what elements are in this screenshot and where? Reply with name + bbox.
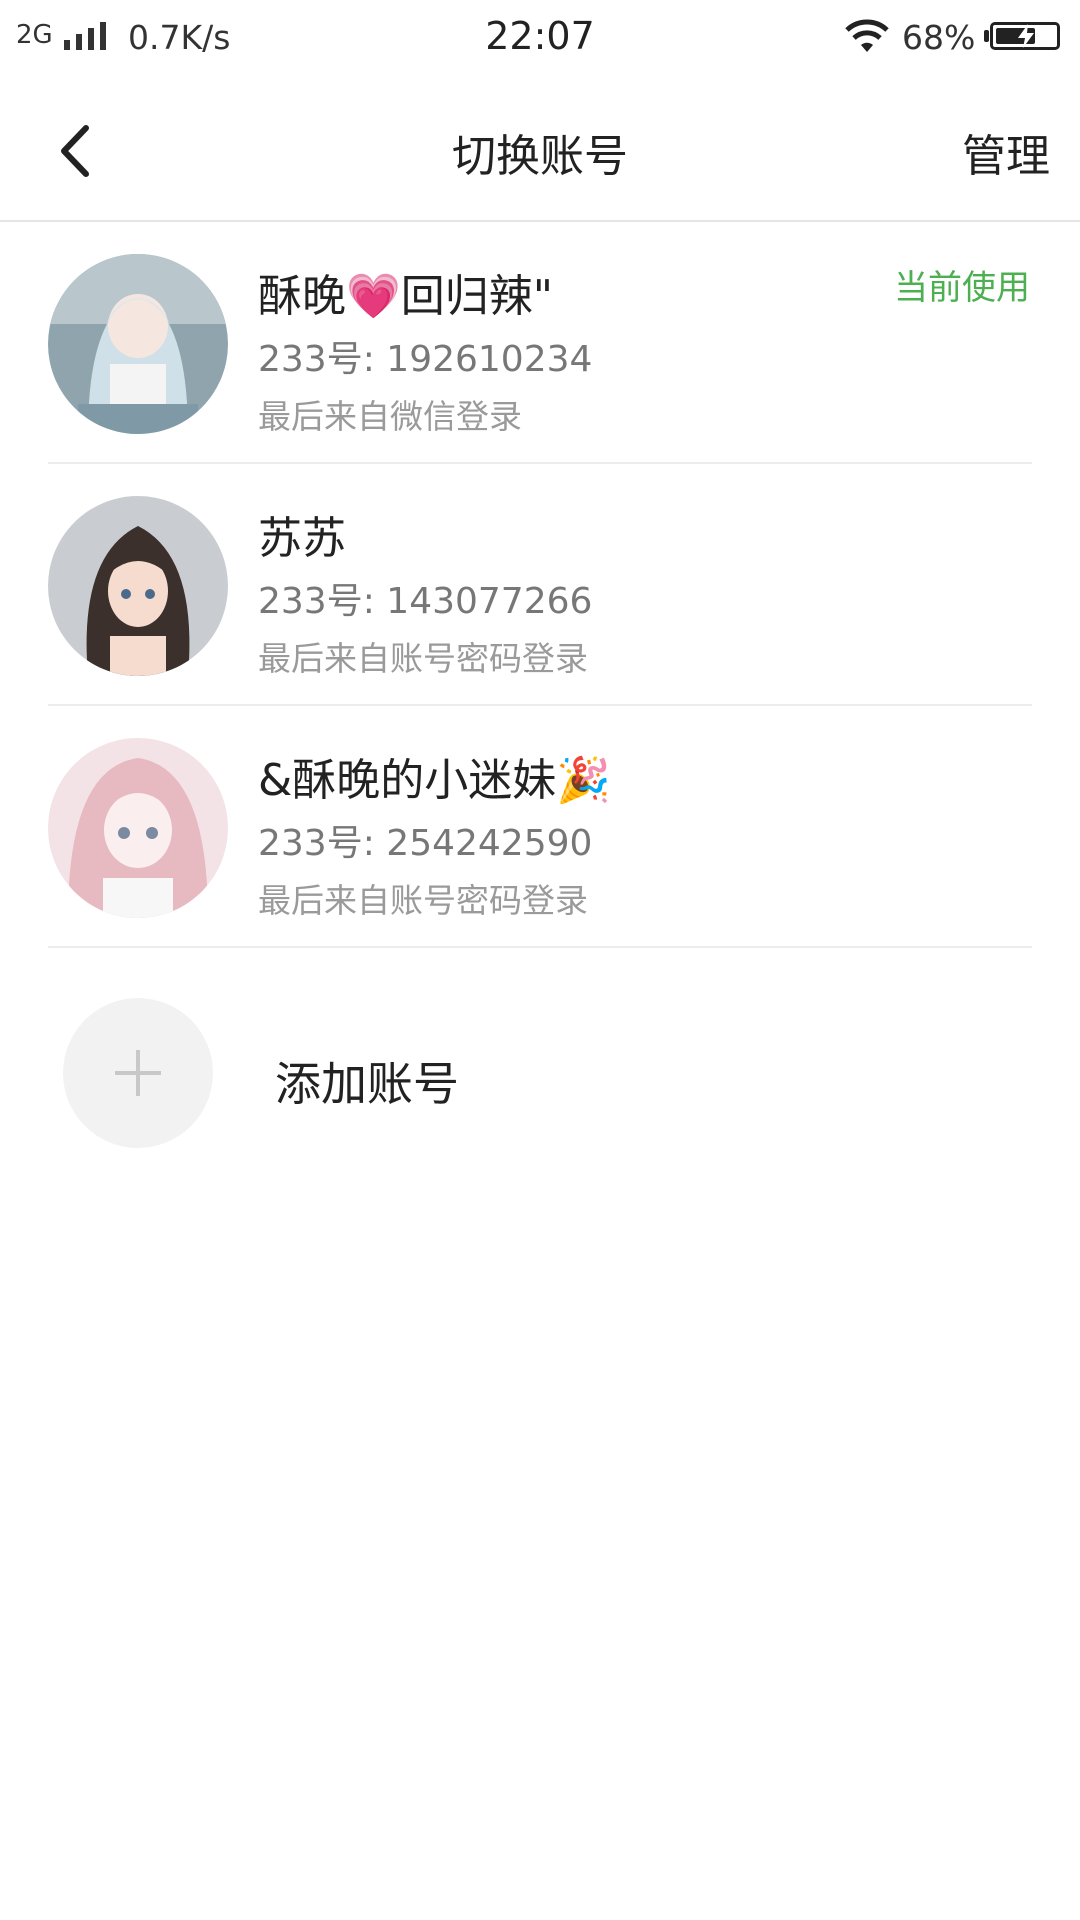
status-bar: 2G 0.7K/s 22:07 68% bbox=[0, 0, 1080, 76]
wifi-icon bbox=[845, 19, 889, 52]
last-login-info: 最后来自账号密码登录 bbox=[258, 881, 588, 920]
divider bbox=[48, 946, 1032, 948]
account-item[interactable]: 苏苏 233号: 143077266 最后来自账号密码登录 bbox=[0, 464, 1080, 706]
account-name: &酥晚的小迷妹🎉 bbox=[258, 755, 612, 806]
account-id: 233号: 143077266 bbox=[258, 581, 593, 622]
add-account-label: 添加账号 bbox=[275, 1057, 459, 1111]
account-id: 233号: 192610234 bbox=[258, 339, 593, 380]
avatar bbox=[48, 738, 228, 918]
account-item[interactable]: &酥晚的小迷妹🎉 233号: 254242590 最后来自账号密码登录 bbox=[0, 706, 1080, 948]
battery-percent: 68% bbox=[902, 18, 976, 57]
avatar bbox=[48, 254, 228, 434]
charging-icon bbox=[1018, 24, 1034, 48]
account-name: 酥晚💗回归辣" bbox=[258, 271, 554, 322]
plus-icon[interactable] bbox=[63, 998, 213, 1148]
account-id: 233号: 254242590 bbox=[258, 823, 593, 864]
page-title: 切换账号 bbox=[452, 131, 628, 182]
current-account-badge: 当前使用 bbox=[894, 268, 1030, 308]
manage-button[interactable]: 管理 bbox=[962, 120, 1050, 184]
add-account-button[interactable]: 添加账号 bbox=[0, 968, 1080, 1158]
last-login-info: 最后来自账号密码登录 bbox=[258, 639, 588, 678]
account-list: 酥晚💗回归辣" 当前使用 233号: 192610234 最后来自微信登录 苏苏… bbox=[0, 222, 1080, 948]
avatar bbox=[48, 496, 228, 676]
battery-tip bbox=[984, 30, 989, 42]
account-item[interactable]: 酥晚💗回归辣" 当前使用 233号: 192610234 最后来自微信登录 bbox=[0, 222, 1080, 464]
last-login-info: 最后来自微信登录 bbox=[258, 397, 522, 436]
account-name: 苏苏 bbox=[258, 513, 346, 564]
top-nav-bar: 切换账号 管理 bbox=[0, 76, 1080, 222]
